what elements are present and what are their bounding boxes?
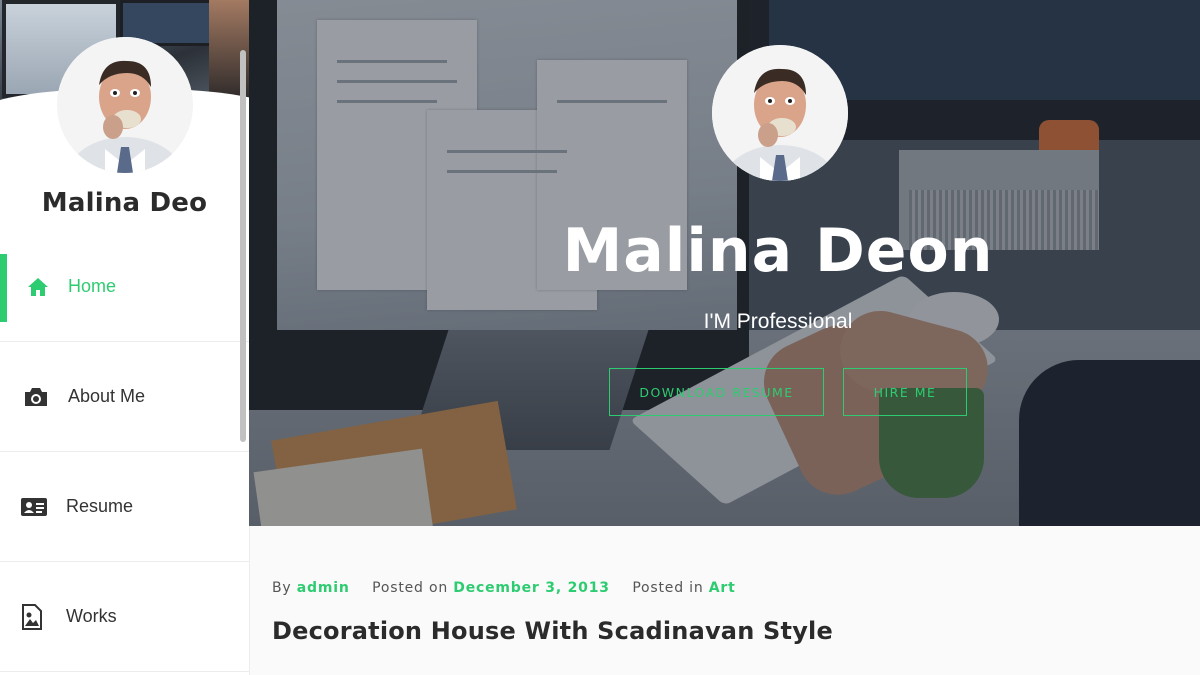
hire-me-button[interactable]: HIRE ME [843,368,967,416]
post-meta: By admin Posted on December 3, 2013 Post… [272,580,736,596]
sidebar-item-about[interactable]: About Me [0,342,249,452]
sidebar-item-label: Home [68,276,117,296]
sidebar-avatar [57,37,193,173]
sidebar-item-home[interactable]: Home [0,232,249,342]
sidebar-item-label: About Me [68,386,146,406]
post-category-link[interactable]: Art [709,580,736,596]
post-date-link[interactable]: December 3, 2013 [453,580,610,596]
sidebar-item-label: Resume [66,496,134,516]
sidebar-scrollbar[interactable] [240,50,246,442]
camera-icon [22,385,50,409]
download-resume-button[interactable]: DOWNLOAD RESUME [609,368,824,416]
image-file-icon [18,603,46,630]
sidebar-item-label: Works [66,606,117,626]
sidebar-name: Malina Deo [41,188,208,218]
id-card-icon [20,495,48,519]
hero-banner: Malina Deon I'M Professional DOWNLOAD RE… [249,0,1200,526]
post-date-label: Posted on [372,580,449,596]
sidebar: Malina Deo Home About Me Resume Works [0,0,250,675]
post-author-link[interactable]: admin [297,580,350,596]
home-icon [24,275,52,299]
post-category-label: Posted in [632,580,704,596]
post-by-label: By [272,580,292,596]
post-title[interactable]: Decoration House With Scadinavan Style [272,617,833,645]
sidebar-item-resume[interactable]: Resume [0,452,249,562]
sidebar-item-works[interactable]: Works [0,562,249,672]
hero-avatar [712,45,848,181]
hero-subtitle: I'M Professional [703,310,853,333]
sidebar-menu: Home About Me Resume Works [0,232,249,672]
hero-name: Malina Deon [562,216,994,286]
